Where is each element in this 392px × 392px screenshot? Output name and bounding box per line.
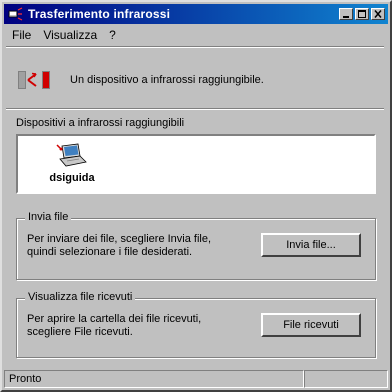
menu-visualizza[interactable]: Visualizza bbox=[37, 28, 103, 42]
infrared-signal-icon bbox=[16, 65, 56, 95]
title-bar[interactable]: Trasferimento infrarossi bbox=[4, 4, 388, 24]
received-files-group-title: Visualizza file ricevuti bbox=[25, 291, 136, 303]
send-file-button[interactable]: Invia file... bbox=[261, 233, 361, 257]
infrared-transfer-icon bbox=[8, 7, 23, 21]
received-files-group: Visualizza file ricevuti Per aprire la c… bbox=[16, 291, 376, 358]
menu-help[interactable]: ? bbox=[103, 28, 122, 42]
minimize-button[interactable] bbox=[339, 8, 353, 20]
status-row: Un dispositivo a infrarossi raggiungibil… bbox=[16, 62, 376, 98]
status-message: Un dispositivo a infrarossi raggiungibil… bbox=[70, 74, 264, 86]
send-file-description: Per inviare dei file, scegliere Invia fi… bbox=[27, 233, 212, 258]
received-files-description: Per aprire la cartella dei file ricevuti… bbox=[27, 313, 202, 338]
status-bar-text: Pronto bbox=[4, 370, 304, 388]
received-files-button[interactable]: File ricevuti bbox=[261, 313, 361, 337]
status-bar: Pronto bbox=[4, 370, 388, 390]
window-title: Trasferimento infrarossi bbox=[28, 7, 171, 21]
menu-bar: File Visualizza ? bbox=[6, 26, 122, 44]
devices-list-label: Dispositivi a infrarossi raggiungibili bbox=[16, 117, 185, 129]
status-bar-pane-2 bbox=[304, 370, 388, 388]
send-file-group-title: Invia file bbox=[25, 211, 72, 223]
status-separator bbox=[6, 108, 384, 110]
devices-listbox[interactable]: dsiguida bbox=[16, 134, 376, 194]
device-item[interactable]: dsiguida bbox=[42, 142, 102, 184]
send-file-group: Invia file Per inviare dei file, sceglie… bbox=[16, 211, 376, 280]
close-button[interactable] bbox=[371, 8, 385, 20]
menu-separator bbox=[6, 46, 384, 48]
menu-file[interactable]: File bbox=[6, 28, 37, 42]
device-name: dsiguida bbox=[49, 172, 95, 184]
laptop-icon bbox=[56, 142, 88, 170]
main-window: Trasferimento infrarossi File Visualizza… bbox=[0, 0, 392, 392]
maximize-button[interactable] bbox=[355, 8, 369, 20]
